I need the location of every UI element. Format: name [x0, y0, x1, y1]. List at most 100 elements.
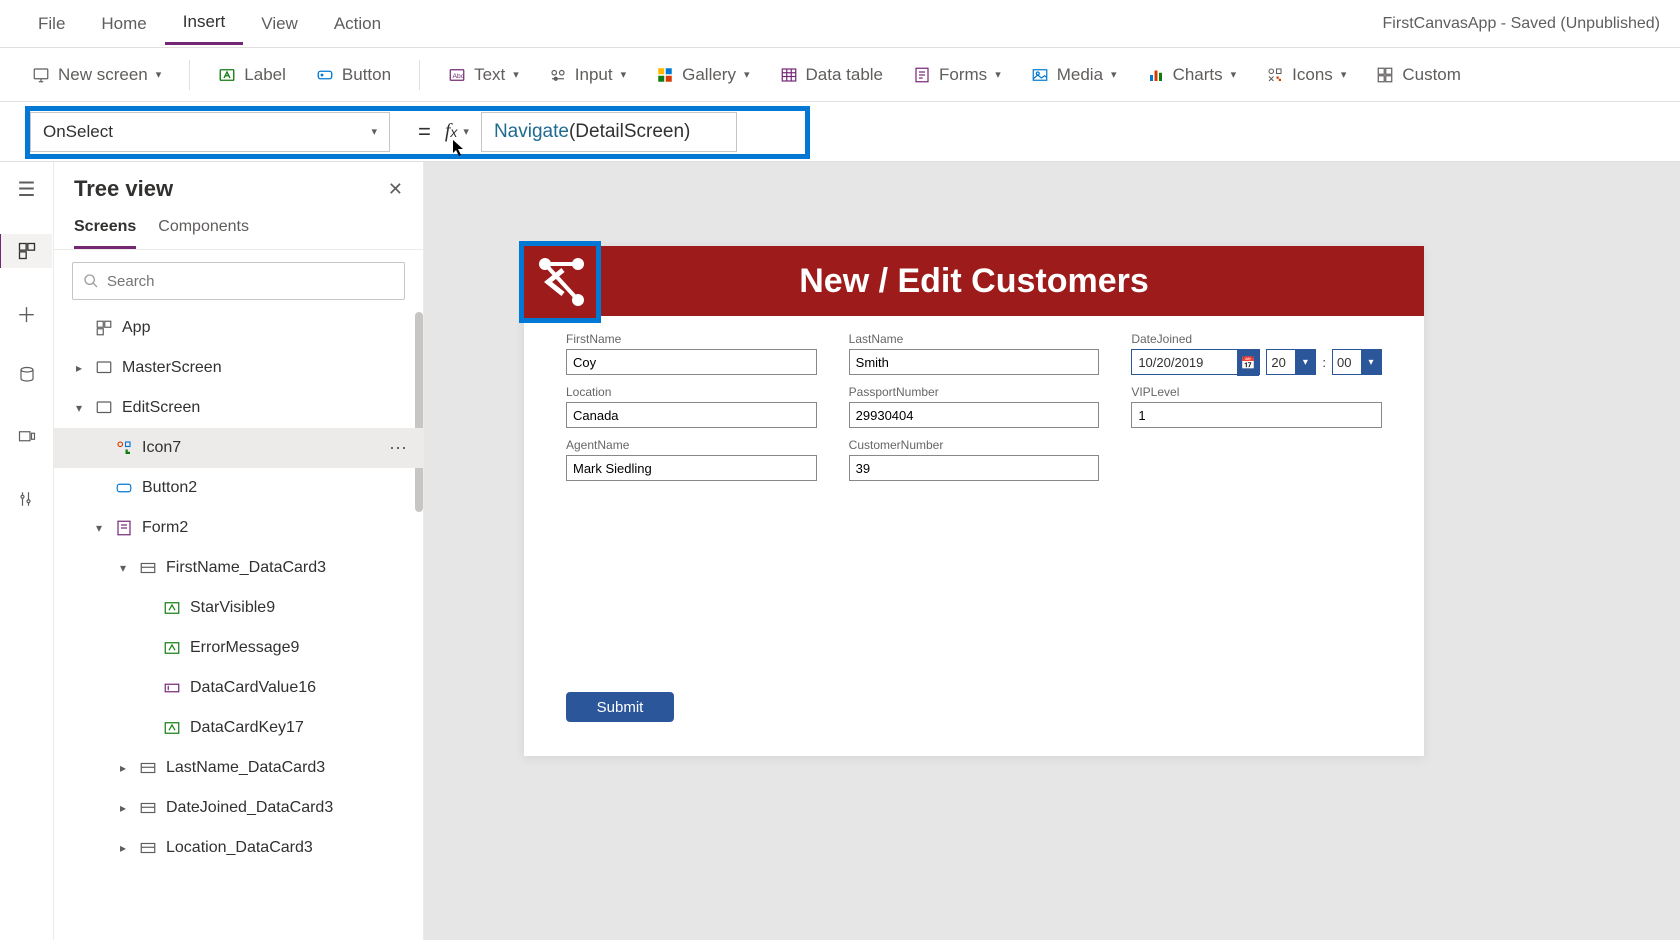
text-button[interactable]: Abc Text ▾ — [436, 59, 531, 91]
tree-editscreen[interactable]: ▾ EditScreen — [54, 388, 423, 428]
input-vip[interactable] — [1131, 402, 1382, 428]
textinput-icon — [162, 678, 182, 698]
media-button[interactable]: Media ▾ — [1019, 59, 1129, 91]
edit-screen[interactable]: New / Edit Customers FirstName LastName … — [524, 246, 1424, 756]
chevron-down-icon[interactable]: ▾ — [1361, 350, 1381, 374]
label-customer: CustomerNumber — [849, 438, 1100, 452]
media-rail-icon[interactable] — [10, 420, 44, 454]
calendar-icon[interactable]: 📅 — [1237, 350, 1259, 376]
gallery-button[interactable]: Gallery ▾ — [644, 59, 761, 91]
chevron-down-icon[interactable]: ▾ — [72, 401, 86, 415]
input-location[interactable] — [566, 402, 817, 428]
icon-control-icon — [114, 438, 134, 458]
back-icon-selected[interactable] — [519, 241, 601, 323]
gallery-label: Gallery — [682, 65, 736, 85]
panel-title: Tree view — [74, 176, 173, 202]
search-field[interactable] — [107, 273, 394, 290]
data-table-button[interactable]: Data table — [768, 59, 896, 91]
new-screen-button[interactable]: New screen ▾ — [20, 59, 173, 91]
input-customer[interactable] — [849, 455, 1100, 481]
workspace: ☰ ＋ Tree view ✕ Screens Components — [0, 162, 1680, 940]
tree-view-panel: Tree view ✕ Screens Components App ▸ Mas… — [54, 162, 424, 940]
chevron-right-icon[interactable]: ▸ — [116, 841, 130, 855]
menu-insert[interactable]: Insert — [165, 2, 244, 45]
data-table-label: Data table — [806, 65, 884, 85]
tree-errormessage[interactable]: ErrorMessage9 — [54, 628, 423, 668]
tab-components[interactable]: Components — [158, 208, 249, 249]
app-icon — [94, 318, 114, 338]
tree-datejoined-card[interactable]: ▸ DateJoined_DataCard3 — [54, 788, 423, 828]
tree-app[interactable]: App — [54, 308, 423, 348]
fx-button[interactable]: fx ▾ — [445, 120, 469, 143]
menu-bar: File Home Insert View Action FirstCanvas… — [0, 0, 1680, 48]
input-date[interactable]: 10/20/2019📅 — [1131, 349, 1260, 375]
menu-view[interactable]: View — [243, 4, 316, 44]
chevron-down-icon[interactable]: ▾ — [1295, 350, 1315, 374]
field-location: Location — [566, 385, 817, 428]
charts-icon — [1147, 66, 1165, 84]
chevron-right-icon[interactable]: ▸ — [72, 361, 86, 375]
label-firstname: FirstName — [566, 332, 817, 346]
chevron-right-icon[interactable]: ▸ — [116, 761, 130, 775]
tree-form2[interactable]: ▾ Form2 — [54, 508, 423, 548]
charts-button[interactable]: Charts ▾ — [1135, 59, 1249, 91]
search-input[interactable] — [72, 262, 405, 300]
search-icon — [83, 273, 99, 289]
chevron-down-icon: ▾ — [513, 68, 519, 81]
tree: App ▸ MasterScreen ▾ EditScreen Icon7 ⋯ — [54, 308, 423, 940]
submit-button[interactable]: Submit — [566, 692, 674, 722]
media-label: Media — [1057, 65, 1103, 85]
canvas[interactable]: New / Edit Customers FirstName LastName … — [424, 162, 1680, 940]
menu-action[interactable]: Action — [316, 4, 399, 44]
tree-firstname-card[interactable]: ▾ FirstName_DataCard3 — [54, 548, 423, 588]
tree-button2[interactable]: Button2 — [54, 468, 423, 508]
tree-label: DateJoined_DataCard3 — [166, 799, 333, 817]
label-label: Label — [244, 65, 286, 85]
button-button[interactable]: Button — [304, 59, 403, 91]
forms-label: Forms — [939, 65, 987, 85]
chevron-down-icon: ▾ — [371, 125, 377, 138]
input-firstname[interactable] — [566, 349, 817, 375]
media-icon — [1031, 66, 1049, 84]
icons-icon — [1266, 66, 1284, 84]
forms-button[interactable]: Forms ▾ — [901, 59, 1013, 91]
custom-button[interactable]: Custom — [1364, 59, 1473, 91]
label-button[interactable]: Label — [206, 59, 298, 91]
more-icon[interactable]: ⋯ — [389, 438, 407, 459]
screen-icon — [32, 66, 50, 84]
tab-screens[interactable]: Screens — [74, 208, 136, 249]
chevron-down-icon[interactable]: ▾ — [116, 561, 130, 575]
menu-home[interactable]: Home — [83, 4, 164, 44]
data-icon[interactable] — [10, 358, 44, 392]
input-passport[interactable] — [849, 402, 1100, 428]
tree-label: LastName_DataCard3 — [166, 759, 325, 777]
tree-datacardvalue[interactable]: DataCardValue16 — [54, 668, 423, 708]
tree-starvisible[interactable]: StarVisible9 — [54, 588, 423, 628]
tree-view-icon[interactable] — [0, 234, 52, 268]
input-button[interactable]: Input ▾ — [537, 59, 638, 91]
menu-file[interactable]: File — [20, 4, 83, 44]
property-selector[interactable]: OnSelect ▾ — [30, 112, 390, 152]
data-table-icon — [780, 66, 798, 84]
chevron-down-icon[interactable]: ▾ — [92, 521, 106, 535]
input-lastname[interactable] — [849, 349, 1100, 375]
forms-icon — [913, 66, 931, 84]
tree-location-card[interactable]: ▸ Location_DataCard3 — [54, 828, 423, 868]
formula-input[interactable]: Navigate(DetailScreen) — [481, 112, 737, 152]
advanced-tools-icon[interactable] — [10, 482, 44, 516]
input-agent[interactable] — [566, 455, 817, 481]
icons-button[interactable]: Icons ▾ — [1254, 59, 1358, 91]
tree-label: StarVisible9 — [190, 599, 275, 617]
hamburger-icon[interactable]: ☰ — [10, 172, 44, 206]
close-icon[interactable]: ✕ — [388, 179, 403, 200]
chevron-right-icon[interactable]: ▸ — [116, 801, 130, 815]
tree-datacardkey[interactable]: DataCardKey17 — [54, 708, 423, 748]
label-agent: AgentName — [566, 438, 817, 452]
input-hour[interactable]: 20▾ — [1266, 349, 1316, 375]
add-icon[interactable]: ＋ — [10, 296, 44, 330]
tree-icon7[interactable]: Icon7 ⋯ — [54, 428, 423, 468]
tree-lastname-card[interactable]: ▸ LastName_DataCard3 — [54, 748, 423, 788]
input-minute[interactable]: 00▾ — [1332, 349, 1382, 375]
datacard-icon — [138, 558, 158, 578]
tree-masterscreen[interactable]: ▸ MasterScreen — [54, 348, 423, 388]
